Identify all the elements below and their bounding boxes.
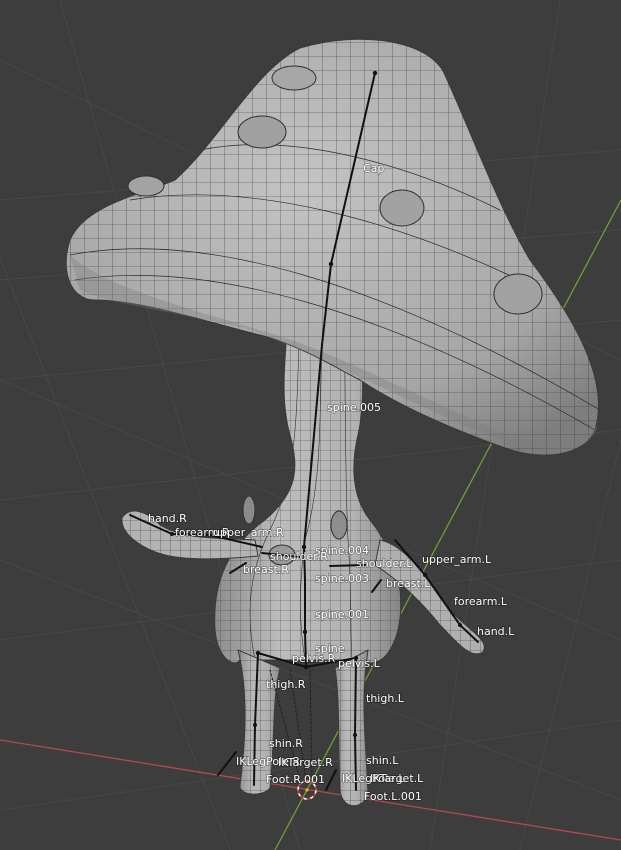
label-thigh-r: thigh.R bbox=[266, 678, 306, 691]
label-shoulder-l: shoulder.L bbox=[356, 557, 413, 570]
label-cap: Cap bbox=[363, 162, 384, 175]
label-shoulder-r: shoulder.R bbox=[270, 550, 328, 563]
label-thigh-l: thigh.L bbox=[366, 692, 405, 705]
label-ik-target-l: IKTarget.L bbox=[370, 772, 424, 785]
label-pelvis-r: pelvis.R bbox=[292, 652, 336, 665]
label-spine-003: spine.003 bbox=[315, 572, 369, 585]
3d-viewport[interactable]: Cap spine.005 spine.004 spine.003 spine.… bbox=[0, 0, 621, 850]
bone-ik-pole-l[interactable] bbox=[325, 769, 337, 791]
label-hand-r: hand.R bbox=[148, 512, 187, 525]
label-ik-target-r: IKTarget.R bbox=[278, 756, 333, 769]
bone-ik-pole-r[interactable] bbox=[217, 751, 237, 776]
label-shin-l: shin.L bbox=[366, 754, 399, 767]
label-spine-001: spine.001 bbox=[315, 608, 369, 621]
label-hand-l: hand.L bbox=[477, 625, 515, 638]
label-pelvis-l: pelvis.L bbox=[338, 657, 381, 670]
label-upper-arm-r: upper_arm.R bbox=[213, 526, 284, 539]
label-forearm-l: forearm.L bbox=[454, 595, 508, 608]
x-axis-line bbox=[0, 739, 621, 841]
label-spine-005: spine.005 bbox=[327, 401, 381, 414]
label-upper-arm-l: upper_arm.L bbox=[422, 553, 492, 566]
mushroom-mesh[interactable] bbox=[60, 30, 620, 820]
label-foot-r-001: Foot.R.001 bbox=[266, 773, 325, 786]
label-breast-l: breast.L bbox=[386, 577, 431, 590]
label-breast-r: breast.R bbox=[243, 563, 289, 576]
viewport-scene[interactable]: Cap spine.005 spine.004 spine.003 spine.… bbox=[0, 0, 621, 850]
label-shin-r: shin.R bbox=[269, 737, 303, 750]
label-foot-l-001: Foot.L.001 bbox=[364, 790, 422, 803]
